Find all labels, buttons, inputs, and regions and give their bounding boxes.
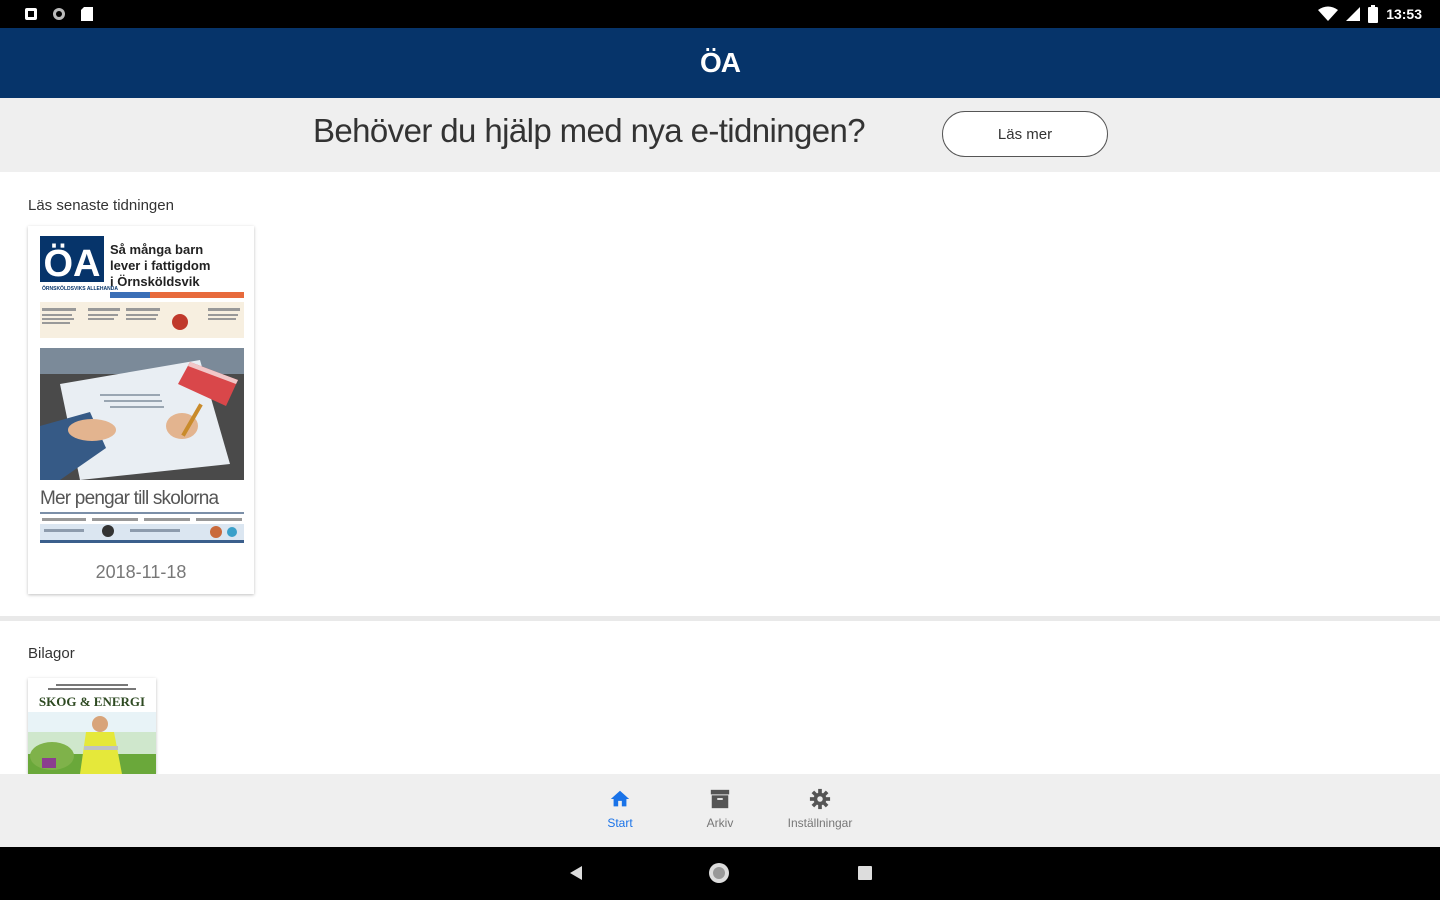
supplements-section-label: Bilagor	[28, 645, 75, 662]
latest-section-label: Läs senaste tidningen	[28, 197, 174, 214]
supplement-thumbnail[interactable]: SKOG & ENERGI	[28, 678, 156, 774]
paper-date: 2018-11-18	[95, 562, 187, 582]
back-icon[interactable]	[568, 865, 584, 881]
wifi-icon	[1318, 6, 1339, 21]
paper-cover-thumbnail[interactable]: ÖA ÖRNSKÖLDSVIKS ALLEHANDA Så många barn…	[40, 234, 244, 548]
status-bar: 13:53	[0, 0, 1440, 28]
cover-paper-name: ÖRNSKÖLDSVIKS ALLEHANDA	[42, 285, 118, 292]
paper-cover-graphic: ÖA ÖRNSKÖLDSVIKS ALLEHANDA Så många barn…	[40, 234, 244, 548]
supplement-cover-graphic: SKOG & ENERGI	[28, 678, 156, 774]
app-bar: ÖA	[0, 28, 1440, 98]
nav-item-start[interactable]: Start	[565, 788, 675, 830]
section-divider	[0, 616, 1440, 621]
nav-label-start: Start	[607, 816, 633, 830]
sd-card-icon	[81, 7, 93, 21]
notification-icon	[25, 8, 37, 20]
system-navigation-bar	[0, 847, 1440, 900]
signal-icon	[1346, 7, 1361, 21]
circle-icon	[53, 8, 65, 20]
battery-icon	[1368, 5, 1379, 23]
clock: 13:53	[1386, 6, 1422, 22]
banner-text: Behöver du hjälp med nya e-tidningen?	[313, 112, 866, 149]
nav-label-settings: Inställningar	[787, 816, 853, 830]
nav-label-archive: Arkiv	[706, 816, 734, 830]
supplement-title: SKOG & ENERGI	[39, 694, 145, 709]
latest-paper-card[interactable]: ÖA ÖRNSKÖLDSVIKS ALLEHANDA Så många barn…	[28, 226, 254, 594]
gear-icon	[809, 788, 831, 810]
nav-item-archive[interactable]: Arkiv	[665, 788, 775, 830]
home-icon	[610, 790, 630, 807]
read-more-button[interactable]: Läs mer	[942, 111, 1108, 157]
cover-main-headline: Mer pengar till skolorna	[40, 488, 220, 509]
archive-icon	[710, 789, 730, 809]
recents-icon[interactable]	[857, 865, 873, 881]
home-circle-icon[interactable]	[708, 862, 730, 884]
bottom-navigation: Start Arkiv Inställningar	[0, 774, 1440, 847]
help-banner: Behöver du hjälp med nya e-tidningen? Lä…	[0, 98, 1440, 172]
nav-item-settings[interactable]: Inställningar	[765, 788, 875, 830]
app-logo: ÖA	[700, 47, 741, 78]
cover-headline-line-1: Så många barn	[110, 242, 203, 257]
cover-logo: ÖA	[44, 242, 101, 285]
cover-headline-line-2: lever i fattigdom	[110, 258, 210, 273]
cover-headline-line-3: i Örnsköldsvik	[110, 274, 200, 289]
